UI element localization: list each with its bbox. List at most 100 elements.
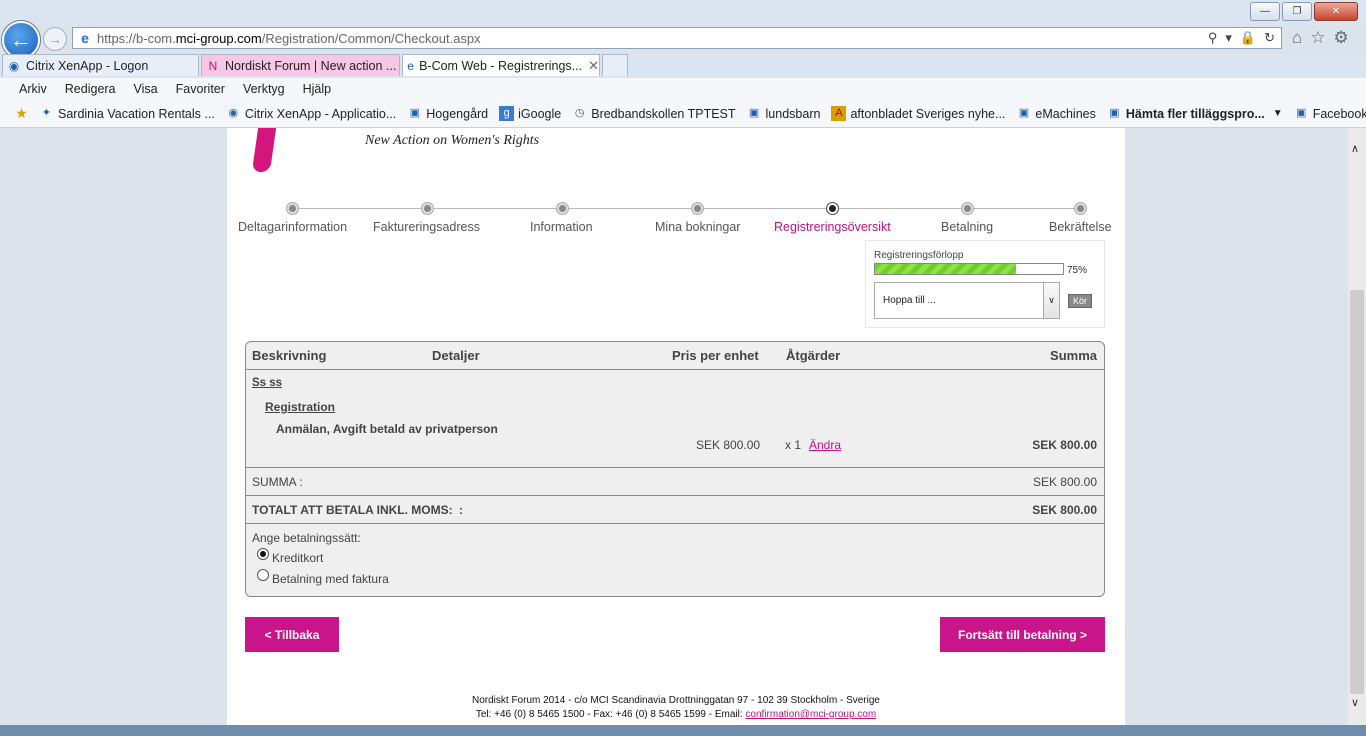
divider	[246, 523, 1104, 524]
menu-redigera[interactable]: Redigera	[65, 82, 116, 96]
tab-bar: ◉ Citrix XenApp - Logon N Nordiskt Forum…	[0, 54, 1366, 78]
home-icon[interactable]: ⌂	[1292, 28, 1302, 48]
divider	[246, 369, 1104, 370]
chevron-down-icon: ▼	[1272, 108, 1283, 119]
menu-verktyg[interactable]: Verktyg	[243, 82, 285, 96]
close-button[interactable]: ✕	[1314, 2, 1358, 21]
step-faktureringsadress: Faktureringsadress	[373, 220, 480, 234]
forward-button[interactable]: →	[43, 27, 67, 51]
fav-citrix[interactable]: ◉ Citrix XenApp - Applicatio...	[226, 106, 397, 121]
go-button[interactable]: Kör	[1068, 294, 1093, 308]
gear-icon[interactable]: ⚙	[1334, 28, 1349, 48]
step-dot	[422, 203, 433, 214]
dropdown-arrow-icon[interactable]: ▾	[1225, 30, 1232, 46]
menu-arkiv[interactable]: Arkiv	[19, 82, 47, 96]
scroll-up-icon[interactable]: ∧	[1351, 142, 1359, 155]
item-name: Anmälan, Avgift betald av privatperson	[276, 422, 498, 436]
progress-bar-fill	[875, 264, 1016, 274]
window-controls: — ❐ ✕	[1250, 2, 1358, 21]
tab-nordiskt[interactable]: N Nordiskt Forum | New action ...	[201, 54, 400, 76]
maximize-button[interactable]: ❐	[1282, 2, 1312, 21]
item-total: SEK 800.00	[1032, 438, 1097, 452]
header-description: Beskrivning	[252, 348, 327, 363]
back-step-button[interactable]: < Tillbaka	[245, 617, 339, 652]
ie-icon: e	[407, 58, 414, 73]
refresh-icon[interactable]: ↻	[1264, 30, 1275, 46]
nordiskt-icon: N	[208, 58, 218, 73]
step-bekraftelse: Bekräftelse	[1049, 220, 1112, 234]
step-information: Information	[530, 220, 593, 234]
close-tab-icon[interactable]: ✕	[588, 58, 599, 74]
page-icon: ▣	[748, 107, 760, 119]
footer-address: Nordiskt Forum 2014 - c/o MCI Scandinavi…	[472, 695, 880, 706]
edit-item-link[interactable]: Ändra	[809, 438, 841, 452]
header-total: Summa	[1050, 348, 1097, 363]
tab-bcom[interactable]: e B-Com Web - Registrerings... ✕	[402, 54, 600, 76]
step-dot	[287, 203, 298, 214]
fav-label: Sardinia Vacation Rentals ...	[58, 106, 215, 121]
favorites-bar: ★ ✦ Sardinia Vacation Rentals ... ◉ Citrix…	[0, 100, 1366, 128]
page-content: New Action on Women's Rights Deltagarinf…	[227, 128, 1125, 725]
header-actions: Åtgärder	[786, 348, 841, 363]
scrollbar-thumb[interactable]	[1350, 290, 1364, 694]
page-icon: ▣	[1018, 107, 1030, 119]
menu-hjalp[interactable]: Hjälp	[303, 82, 332, 96]
continue-to-payment-button[interactable]: Fortsätt till betalning >	[940, 617, 1105, 652]
page-viewport: New Action on Women's Rights Deltagarinf…	[0, 128, 1348, 725]
menu-bar: Arkiv Redigera Visa Favoriter Verktyg Hj…	[0, 78, 1366, 100]
category-name: Registration	[265, 400, 336, 414]
tab-citrix[interactable]: ◉ Citrix XenApp - Logon	[2, 54, 199, 76]
payment-radio-invoice[interactable]	[257, 569, 269, 581]
fav-addons[interactable]: ▣ Hämta fler tilläggspro... ▼	[1107, 106, 1283, 121]
vertical-scrollbar[interactable]: ∧ ∨	[1348, 128, 1366, 725]
new-tab-button[interactable]	[602, 54, 628, 76]
tab-label: B-Com Web - Registrerings...	[419, 58, 583, 73]
fav-hogengard[interactable]: ▣ Hogengård	[407, 106, 489, 121]
footer-phone-fax: Tel: +46 (0) 8 5465 1500 - Fax: +46 (0) …	[475, 709, 743, 720]
address-bar[interactable]: e https://b-com.mci-group.com/Registrati…	[72, 27, 1282, 49]
fav-emachines[interactable]: ▣ eMachines	[1016, 106, 1096, 121]
fav-lundsbarn[interactable]: ▣ lundsbarn	[747, 106, 821, 121]
citrix-icon: ◉	[228, 107, 239, 119]
fav-label: eMachines	[1035, 106, 1096, 121]
fav-bredbandskollen[interactable]: ◷ Bredbandskollen TPTEST	[572, 106, 736, 121]
grand-total-label: TOTALT ATT BETALA INKL. MOMS:	[252, 503, 453, 517]
step-registreringsoversikt: Registreringsöversikt	[774, 220, 891, 234]
step-betalning: Betalning	[941, 220, 994, 234]
page-icon: ▣	[1295, 107, 1307, 119]
fav-label: Citrix XenApp - Applicatio...	[244, 106, 397, 121]
fav-facebook[interactable]: ▣ Facebook	[1294, 106, 1366, 121]
menu-favoriter[interactable]: Favoriter	[176, 82, 225, 96]
fav-label: Facebook	[1312, 106, 1366, 121]
jump-to-select[interactable]: Hoppa till ... ∨	[874, 282, 1060, 319]
payment-option-invoice[interactable]: Betalning med faktura	[272, 572, 389, 586]
chevron-down-icon[interactable]: ∨	[1043, 283, 1059, 318]
sum-value: SEK 800.00	[1032, 475, 1097, 489]
minimize-button[interactable]: —	[1250, 2, 1280, 21]
page-icon: ▣	[1109, 107, 1120, 119]
search-icon[interactable]: ⚲	[1208, 30, 1218, 46]
star-icon[interactable]: ☆	[1310, 28, 1325, 48]
fav-aftonbladet[interactable]: Aaftonbladet Sveriges nyhe...	[831, 106, 1005, 121]
item-quantity: x 1	[785, 438, 802, 452]
citrix-icon: ◉	[8, 58, 20, 73]
step-mina-bokningar: Mina bokningar	[655, 220, 741, 234]
lock-icon[interactable]: 🔒	[1240, 30, 1256, 46]
fav-label: lundsbarn	[765, 106, 821, 121]
fav-sardinia[interactable]: ✦ Sardinia Vacation Rentals ...	[39, 106, 215, 121]
group-name: Ss ss	[252, 377, 283, 389]
payment-option-creditcard[interactable]: Kreditkort	[272, 551, 323, 565]
tagline: New Action on Women's Rights	[365, 133, 540, 148]
footer-email-link[interactable]: confirmation@mci-group.com	[745, 709, 876, 720]
favorites-star-icon[interactable]: ★	[14, 106, 33, 121]
grand-total-colon: :	[459, 503, 463, 517]
fav-label: Hämta fler tilläggspro...	[1125, 106, 1265, 121]
scroll-down-icon[interactable]: ∨	[1351, 696, 1359, 709]
address-url: https://b-com.mci-group.com/Registration…	[97, 30, 481, 46]
ie-icon: e	[81, 30, 89, 46]
menu-visa[interactable]: Visa	[134, 82, 158, 96]
fav-igoogle[interactable]: g iGoogle	[499, 106, 561, 121]
payment-radio-creditcard[interactable]	[257, 548, 269, 560]
fav-label: aftonbladet Sveriges nyhe...	[850, 106, 1006, 121]
step-dot	[962, 203, 973, 214]
